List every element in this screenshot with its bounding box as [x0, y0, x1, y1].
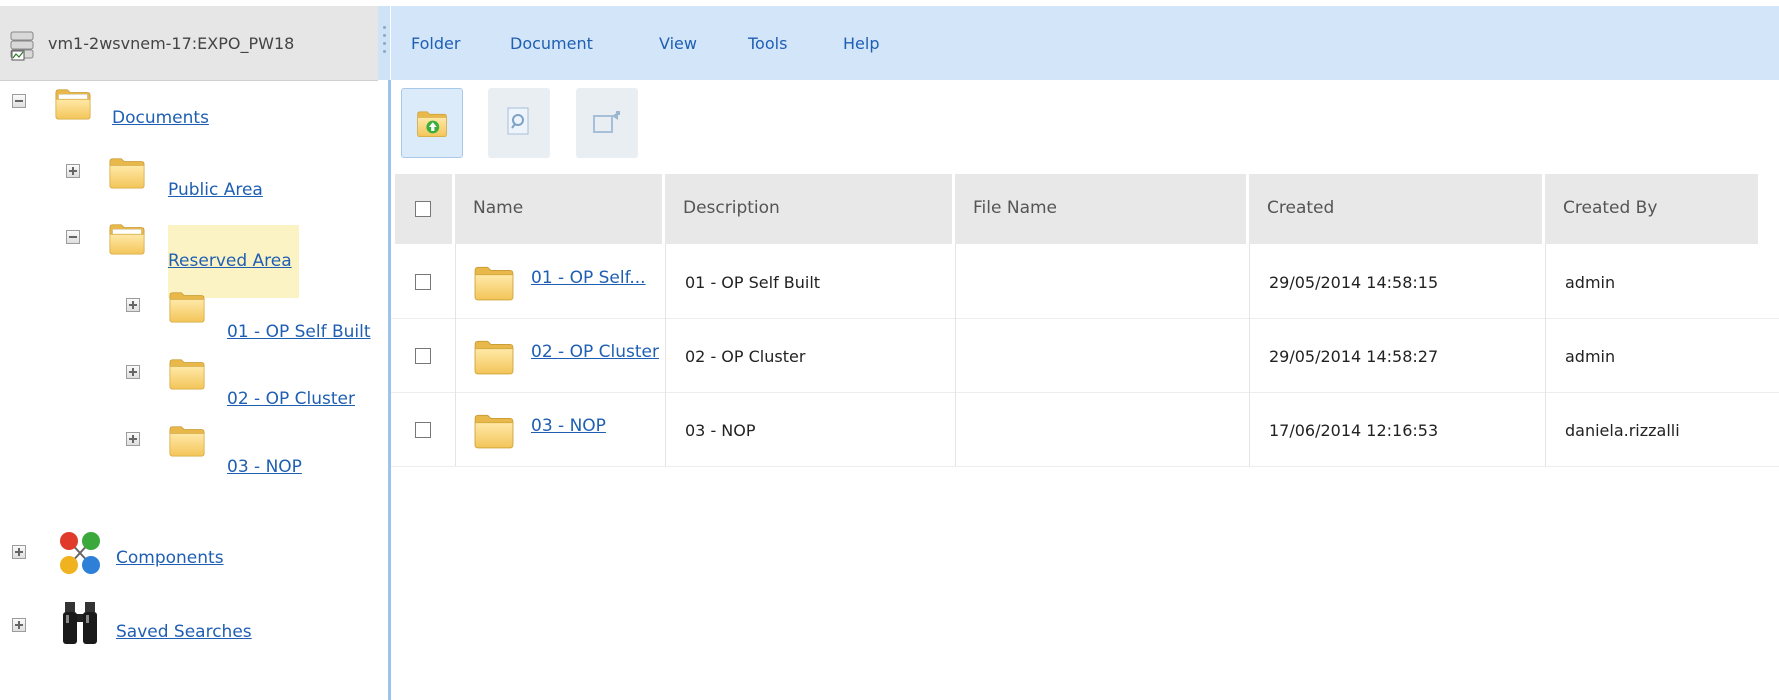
column-separator	[665, 392, 666, 466]
expand-subfolder-toggle[interactable]	[126, 432, 140, 446]
column-separator	[455, 392, 456, 466]
menu-tools[interactable]: Tools	[748, 34, 787, 53]
tree-item-op-self-built[interactable]: 01 - OP Self Built	[227, 322, 371, 342]
column-separator	[955, 244, 956, 318]
folder-up-button[interactable]	[401, 88, 463, 158]
column-separator	[1249, 392, 1250, 466]
column-header-file-name[interactable]: File Name	[955, 174, 1249, 244]
table-row[interactable]: 01 - OP Self... 01 - OP Self Built 29/05…	[391, 244, 1779, 319]
row-checkbox[interactable]	[415, 348, 431, 364]
grip-dot	[383, 34, 386, 37]
table-row[interactable]: 03 - NOP 03 - NOP 17/06/2014 12:16:53 da…	[391, 392, 1779, 467]
column-separator	[665, 318, 666, 392]
row-created-by: admin	[1565, 347, 1616, 366]
grip-dot	[383, 50, 386, 53]
folder-icon	[106, 153, 148, 191]
tree-item-documents[interactable]: Documents	[112, 108, 209, 128]
menu-bar: Folder Document View Tools Help	[391, 6, 1779, 80]
column-separator	[1545, 392, 1546, 466]
column-header-description[interactable]: Description	[665, 174, 955, 244]
folder-icon	[166, 354, 208, 392]
folder-icon	[166, 287, 208, 325]
folder-icon	[472, 335, 516, 377]
row-created: 29/05/2014 14:58:27	[1269, 347, 1439, 366]
documents-grid: Name Description File Name Created Creat…	[391, 174, 1779, 467]
folder-open-icon	[106, 219, 148, 257]
tree-item-saved-searches[interactable]: Saved Searches	[116, 622, 252, 642]
folder-icon	[472, 261, 516, 303]
search-document-icon	[507, 107, 529, 135]
panel-resize-handle[interactable]	[378, 6, 390, 80]
column-separator	[955, 392, 956, 466]
column-separator	[665, 244, 666, 318]
folder-icon	[472, 409, 516, 451]
folder-icon	[166, 421, 208, 459]
tree-item-public-area[interactable]: Public Area	[168, 180, 263, 200]
row-description: 01 - OP Self Built	[685, 273, 821, 292]
search-document-button[interactable]	[488, 88, 550, 158]
menu-folder[interactable]: Folder	[411, 34, 460, 53]
select-all-header	[395, 174, 455, 244]
column-separator	[955, 318, 956, 392]
server-database-icon	[10, 31, 34, 61]
column-header-name[interactable]: Name	[455, 174, 665, 244]
expand-subfolder-toggle[interactable]	[126, 365, 140, 379]
expand-subfolder-toggle[interactable]	[126, 298, 140, 312]
folder-up-icon	[415, 107, 449, 139]
column-separator	[1249, 318, 1250, 392]
binoculars-icon	[63, 602, 97, 644]
row-checkbox[interactable]	[415, 422, 431, 438]
navigation-panel: vm1-2wsvnem-17:EXPO_PW18 Documents Publi…	[0, 0, 391, 700]
column-separator	[1545, 318, 1546, 392]
row-name-link[interactable]: 03 - NOP	[531, 416, 606, 436]
server-name: vm1-2wsvnem-17:EXPO_PW18	[48, 34, 295, 53]
menu-view[interactable]: View	[659, 34, 697, 53]
column-header-created-by[interactable]: Created By	[1545, 174, 1761, 244]
column-separator	[455, 244, 456, 318]
row-description: 02 - OP Cluster	[685, 347, 806, 366]
select-all-checkbox[interactable]	[415, 201, 431, 217]
row-created: 29/05/2014 14:58:15	[1269, 273, 1439, 292]
tree-item-op-cluster[interactable]: 02 - OP Cluster	[227, 389, 355, 409]
grip-dot	[383, 26, 386, 29]
row-name-link[interactable]: 02 - OP Cluster	[531, 342, 659, 362]
collapse-reserved-area-toggle[interactable]	[66, 230, 80, 244]
table-row[interactable]: 02 - OP Cluster 02 - OP Cluster 29/05/20…	[391, 318, 1779, 393]
row-created-by: admin	[1565, 273, 1616, 292]
menu-help[interactable]: Help	[843, 34, 879, 53]
move-folder-icon	[593, 111, 620, 133]
tree-item-reserved-area[interactable]: Reserved Area	[168, 251, 292, 271]
row-description: 03 - NOP	[685, 421, 756, 440]
move-folder-button[interactable]	[576, 88, 638, 158]
row-created-by: daniela.rizzalli	[1565, 421, 1680, 440]
column-separator	[455, 318, 456, 392]
server-header: vm1-2wsvnem-17:EXPO_PW18	[0, 6, 378, 81]
expand-saved-searches-toggle[interactable]	[12, 618, 26, 632]
tree-item-nop[interactable]: 03 - NOP	[227, 457, 302, 477]
row-created: 17/06/2014 12:16:53	[1269, 421, 1439, 440]
expand-public-area-toggle[interactable]	[66, 164, 80, 178]
row-name-link[interactable]: 01 - OP Self...	[531, 268, 646, 288]
menu-document[interactable]: Document	[510, 34, 593, 53]
column-separator	[1249, 244, 1250, 318]
expand-components-toggle[interactable]	[12, 545, 26, 559]
folder-open-icon	[52, 84, 94, 122]
grid-header: Name Description File Name Created Creat…	[391, 174, 1779, 244]
column-header-created[interactable]: Created	[1249, 174, 1545, 244]
grip-dot	[383, 42, 386, 45]
column-separator	[1545, 244, 1546, 318]
components-network-icon	[60, 532, 100, 574]
tree-item-components[interactable]: Components	[116, 548, 224, 568]
row-checkbox[interactable]	[415, 274, 431, 290]
collapse-documents-toggle[interactable]	[12, 94, 26, 108]
